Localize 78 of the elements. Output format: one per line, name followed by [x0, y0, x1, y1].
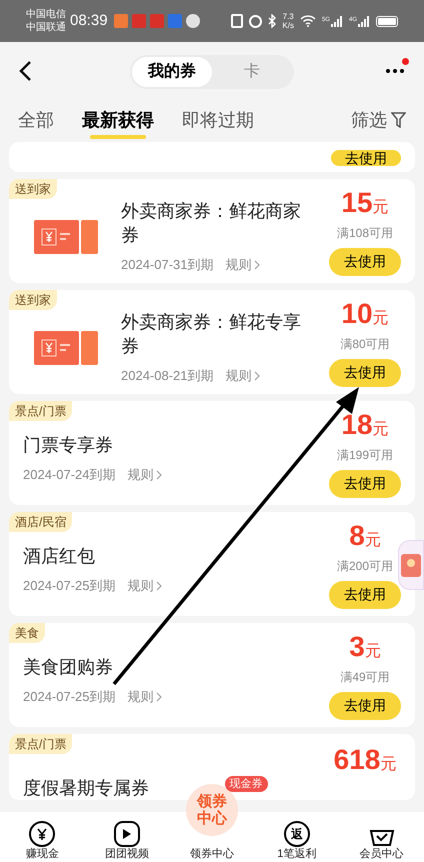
- expiry-date: 2024-07-24到期: [23, 466, 116, 484]
- coupon-title: 门票专享券: [23, 434, 114, 458]
- segment-tab[interactable]: 我的券: [132, 57, 212, 87]
- coupon-amount: 18元: [341, 408, 389, 442]
- coupon-amount: 10元: [341, 298, 389, 330]
- chevron-right-icon: [156, 470, 162, 480]
- app-notification-icon: [168, 14, 182, 28]
- rules-link[interactable]: 规则: [226, 366, 260, 386]
- use-button[interactable]: 去使用: [329, 470, 401, 498]
- filter-icon: [391, 112, 406, 128]
- category-tag: 酒店/民宿: [9, 512, 72, 532]
- use-button[interactable]: 去使用: [329, 358, 401, 386]
- floating-button[interactable]: [398, 540, 424, 590]
- nav-item[interactable]: 赚现金: [0, 812, 85, 862]
- category-tag: 景点/门票: [9, 401, 72, 421]
- app-notification-icon: [150, 14, 164, 28]
- chevron-right-icon: [156, 692, 162, 702]
- notification-icon: [186, 14, 200, 28]
- yen-icon: [29, 821, 56, 847]
- coupon-title: 外卖商家券：鲜花专享券: [121, 311, 301, 358]
- wifi-icon: [300, 15, 316, 27]
- rules-link[interactable]: 规则: [128, 687, 162, 707]
- signal-icon: [330, 16, 343, 26]
- app-notification-icon: [132, 14, 146, 28]
- envelope-icon: [401, 553, 421, 577]
- rules-link[interactable]: 规则: [128, 576, 162, 596]
- expiry-date: 2024-07-25到期: [23, 577, 116, 596]
- nav-item[interactable]: 会员中心: [339, 812, 424, 862]
- filter-tab[interactable]: 即将过期: [182, 102, 254, 138]
- coupon-title: 酒店红包: [23, 545, 96, 568]
- chevron-right-icon: [156, 581, 162, 591]
- network-speed: 7.3: [282, 12, 294, 21]
- coupon-title: 外卖商家券：鲜花商家券: [121, 200, 301, 248]
- coupon-title: 美食团购券: [23, 656, 114, 680]
- ticket-icon: [34, 331, 98, 365]
- expiry-date: 2024-07-31到期: [121, 256, 214, 274]
- back-icon[interactable]: [18, 60, 32, 82]
- use-button[interactable]: 去使用: [329, 580, 401, 608]
- expiry-date: 2024-07-25到期: [23, 688, 116, 706]
- chevron-right-icon: [254, 371, 260, 381]
- category-tag: 美食: [9, 623, 45, 643]
- nav-item[interactable]: 领券中心: [190, 847, 234, 861]
- usage-condition: 满80可用: [340, 336, 390, 352]
- category-tag: 送到家: [9, 179, 57, 199]
- nav-item[interactable]: 团团视频: [84, 812, 170, 862]
- filter-button[interactable]: 筛选: [351, 106, 406, 134]
- signal-icon: [358, 16, 370, 26]
- carrier-name: 中国电信: [26, 8, 66, 21]
- use-button[interactable]: 去使用: [331, 150, 401, 166]
- rules-link[interactable]: 规则: [128, 465, 162, 485]
- filter-tab[interactable]: 全部: [18, 102, 54, 138]
- chevron-right-icon: [254, 260, 260, 270]
- coupon-amount: 8元: [349, 520, 381, 552]
- coupon-title: 度假暑期专属券: [23, 777, 149, 800]
- use-button[interactable]: 去使用: [329, 248, 401, 276]
- app-notification-icon: [114, 14, 128, 28]
- category-tag: 景点/门票: [9, 734, 72, 754]
- play-icon: [114, 821, 140, 847]
- nav-item[interactable]: 返 1笔返利: [254, 812, 340, 862]
- bluetooth-icon: [268, 14, 276, 28]
- ticket-icon: [34, 220, 98, 254]
- speed-unit: K/s: [282, 21, 294, 30]
- rules-link[interactable]: 规则: [226, 255, 260, 275]
- usage-condition: 满200可用: [336, 558, 394, 574]
- coupon-amount: 618元: [334, 744, 396, 777]
- usage-condition: 满199可用: [336, 446, 394, 464]
- category-tag: 送到家: [9, 290, 57, 310]
- coupon-amount: 15元: [341, 186, 389, 220]
- coupon-amount: 3元: [349, 630, 381, 664]
- clock: 08:39: [70, 10, 108, 31]
- expiry-date: 2024-08-21到期: [121, 367, 214, 386]
- usage-condition: 满49可用: [340, 668, 390, 686]
- filter-tab[interactable]: 最新获得: [82, 102, 154, 138]
- rebate-icon: 返: [284, 821, 310, 847]
- battery-icon: [376, 16, 398, 26]
- use-button[interactable]: 去使用: [329, 692, 401, 720]
- carrier-name: 中国联通: [26, 21, 66, 34]
- usage-condition: 满108可用: [336, 224, 394, 242]
